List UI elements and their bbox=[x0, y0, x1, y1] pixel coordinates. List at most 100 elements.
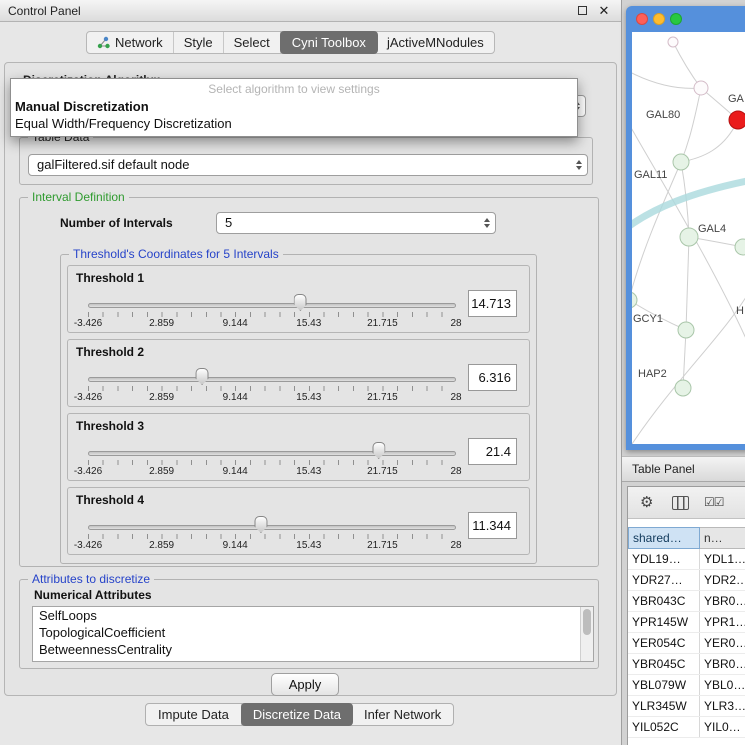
network-graph[interactable]: GAL80GAGAL11GAL4GCY1HHAP2 bbox=[632, 32, 745, 444]
slider-track[interactable] bbox=[88, 377, 456, 382]
table-data-combo[interactable]: galFiltered.sif default node bbox=[28, 154, 588, 176]
tick-label: 2.859 bbox=[149, 318, 174, 329]
tick-label: 28 bbox=[450, 540, 461, 551]
network-node[interactable] bbox=[675, 380, 691, 396]
attribute-item[interactable]: BetweennessCentrality bbox=[33, 641, 593, 658]
table-row[interactable]: YDL19…YDL1… bbox=[628, 549, 745, 570]
column-header-name[interactable]: n… bbox=[700, 527, 745, 549]
slider-track[interactable] bbox=[88, 451, 456, 456]
network-node[interactable] bbox=[680, 228, 698, 246]
network-view-window: GAL80GAGAL11GAL4GCY1HHAP2 bbox=[626, 6, 745, 450]
tick-label: 21.715 bbox=[367, 466, 398, 477]
table-row[interactable]: YPR145WYPR1… bbox=[628, 612, 745, 633]
gear-icon[interactable]: ⚙ bbox=[640, 493, 653, 511]
network-node[interactable] bbox=[668, 37, 678, 47]
slider-track[interactable] bbox=[88, 303, 456, 308]
traffic-light-minimize[interactable] bbox=[653, 13, 665, 25]
table-row[interactable]: YBR045CYBR0… bbox=[628, 654, 745, 675]
cyni-toolbox-panel: Discretization Algorithm Table Data galF… bbox=[4, 62, 617, 696]
right-area: GAL80GAGAL11GAL4GCY1HHAP2 Table Panel ⚙ … bbox=[622, 0, 745, 745]
attributes-group: Attributes to discretize Numerical Attri… bbox=[19, 579, 599, 669]
table-cell: YDR2… bbox=[700, 570, 745, 590]
table-data-group: Table Data galFiltered.sif default node bbox=[19, 137, 593, 185]
popup-option-equal-width-frequency[interactable]: Equal Width/Frequency Discretization bbox=[11, 115, 577, 132]
node-label: GA bbox=[728, 93, 745, 105]
bottom-tab-infer-network[interactable]: Infer Network bbox=[352, 704, 453, 725]
number-of-intervals-combo[interactable]: 5 bbox=[216, 212, 496, 234]
threshold-value-field[interactable]: 21.4 bbox=[468, 438, 517, 465]
network-node[interactable] bbox=[678, 322, 694, 338]
slider-ticks bbox=[88, 460, 456, 465]
threshold-slider[interactable]: -3.4262.8599.14415.4321.71528 bbox=[88, 290, 456, 332]
stepper-icon bbox=[576, 160, 582, 170]
slider-thumb[interactable] bbox=[372, 442, 385, 459]
table-row[interactable]: YDR27…YDR2… bbox=[628, 570, 745, 591]
column-header-shared-name[interactable]: shared… bbox=[628, 527, 700, 549]
control-panel-titlebar: Control Panel ✕ bbox=[0, 0, 621, 22]
table-cell: YBR0… bbox=[700, 591, 745, 611]
close-button[interactable]: ✕ bbox=[597, 4, 611, 18]
table-cell: YER0… bbox=[700, 633, 745, 653]
traffic-light-close[interactable] bbox=[636, 13, 648, 25]
network-node[interactable] bbox=[694, 81, 708, 95]
tab-network[interactable]: Network bbox=[87, 32, 174, 53]
threshold-label: Threshold 2 bbox=[76, 345, 144, 359]
threshold-block: Threshold 4 -3.4262.8599.14415.4321.7152… bbox=[67, 487, 530, 555]
table-row[interactable]: YIL052CYIL0… bbox=[628, 717, 745, 738]
table-panel-header: Table Panel bbox=[622, 456, 745, 482]
network-node[interactable] bbox=[735, 239, 745, 255]
attributes-scrollbar[interactable] bbox=[580, 607, 593, 661]
traffic-light-zoom[interactable] bbox=[670, 13, 682, 25]
table-row[interactable]: YBL079WYBL0… bbox=[628, 675, 745, 696]
bottom-tab-impute-data[interactable]: Impute Data bbox=[146, 704, 242, 725]
network-node[interactable] bbox=[673, 154, 689, 170]
table-cell: YIL052C bbox=[628, 717, 700, 737]
slider-track[interactable] bbox=[88, 525, 456, 530]
table-row[interactable]: YLR345WYLR3… bbox=[628, 696, 745, 717]
columns-icon[interactable] bbox=[672, 496, 689, 510]
threshold-slider[interactable]: -3.4262.8599.14415.4321.71528 bbox=[88, 364, 456, 406]
selected-node[interactable] bbox=[729, 111, 745, 129]
float-window-button[interactable] bbox=[575, 4, 589, 18]
bottom-tab-bar: Impute DataDiscretize DataInfer Network bbox=[145, 703, 454, 726]
thresholds-group-title: Threshold's Coordinates for 5 Intervals bbox=[69, 247, 283, 261]
tick-label: 9.144 bbox=[223, 540, 248, 551]
node-label: GAL4 bbox=[698, 223, 726, 235]
threshold-value-field[interactable]: 14.713 bbox=[468, 290, 517, 317]
threshold-value-field[interactable]: 6.316 bbox=[468, 364, 517, 391]
table-row[interactable]: YBR043CYBR0… bbox=[628, 591, 745, 612]
network-canvas[interactable]: GAL80GAGAL11GAL4GCY1HHAP2 bbox=[632, 32, 745, 444]
attribute-item[interactable]: TopologicalCoefficient bbox=[33, 624, 593, 641]
slider-ticks bbox=[88, 312, 456, 317]
popup-option-manual-discretization[interactable]: Manual Discretization bbox=[11, 98, 577, 115]
threshold-label: Threshold 1 bbox=[76, 271, 144, 285]
slider-thumb[interactable] bbox=[196, 368, 209, 385]
tab-jactivemnodules[interactable]: jActiveMNodules bbox=[377, 32, 494, 53]
scrollbar-thumb[interactable] bbox=[583, 609, 591, 635]
table-row[interactable]: YER054CYER0… bbox=[628, 633, 745, 654]
tab-select[interactable]: Select bbox=[224, 32, 281, 53]
node-table: shared… n… YDL19…YDL1…YDR27…YDR2…YBR043C… bbox=[628, 519, 745, 745]
threshold-value-field[interactable]: 11.344 bbox=[468, 512, 517, 539]
threshold-block: Threshold 2 -3.4262.8599.14415.4321.7152… bbox=[67, 339, 530, 407]
slider-thumb[interactable] bbox=[294, 294, 307, 311]
attributes-items: SelfLoopsTopologicalCoefficientBetweenne… bbox=[33, 607, 593, 658]
tick-label: 28 bbox=[450, 318, 461, 329]
tick-label: 2.859 bbox=[149, 540, 174, 551]
bottom-tab-discretize-data[interactable]: Discretize Data bbox=[241, 703, 353, 726]
slider-thumb[interactable] bbox=[254, 516, 267, 533]
tick-label: 2.859 bbox=[149, 466, 174, 477]
attributes-list[interactable]: SelfLoopsTopologicalCoefficientBetweenne… bbox=[32, 606, 594, 662]
thresholds-group: Threshold's Coordinates for 5 Intervals … bbox=[60, 254, 537, 564]
threshold-slider[interactable]: -3.4262.8599.14415.4321.71528 bbox=[88, 512, 456, 554]
attributes-group-title: Attributes to discretize bbox=[28, 572, 154, 586]
threshold-slider[interactable]: -3.4262.8599.14415.4321.71528 bbox=[88, 438, 456, 480]
attribute-item[interactable]: SelfLoops bbox=[33, 607, 593, 624]
apply-button[interactable]: Apply bbox=[271, 673, 339, 696]
number-of-intervals-value: 5 bbox=[225, 215, 232, 230]
tab-style[interactable]: Style bbox=[174, 32, 224, 53]
network-node[interactable] bbox=[632, 292, 637, 308]
slider-tick-labels: -3.4262.8599.14415.4321.71528 bbox=[88, 318, 456, 330]
tab-cyni-toolbox[interactable]: Cyni Toolbox bbox=[280, 31, 378, 54]
select-columns-icon[interactable]: ☑☑ bbox=[704, 495, 724, 509]
